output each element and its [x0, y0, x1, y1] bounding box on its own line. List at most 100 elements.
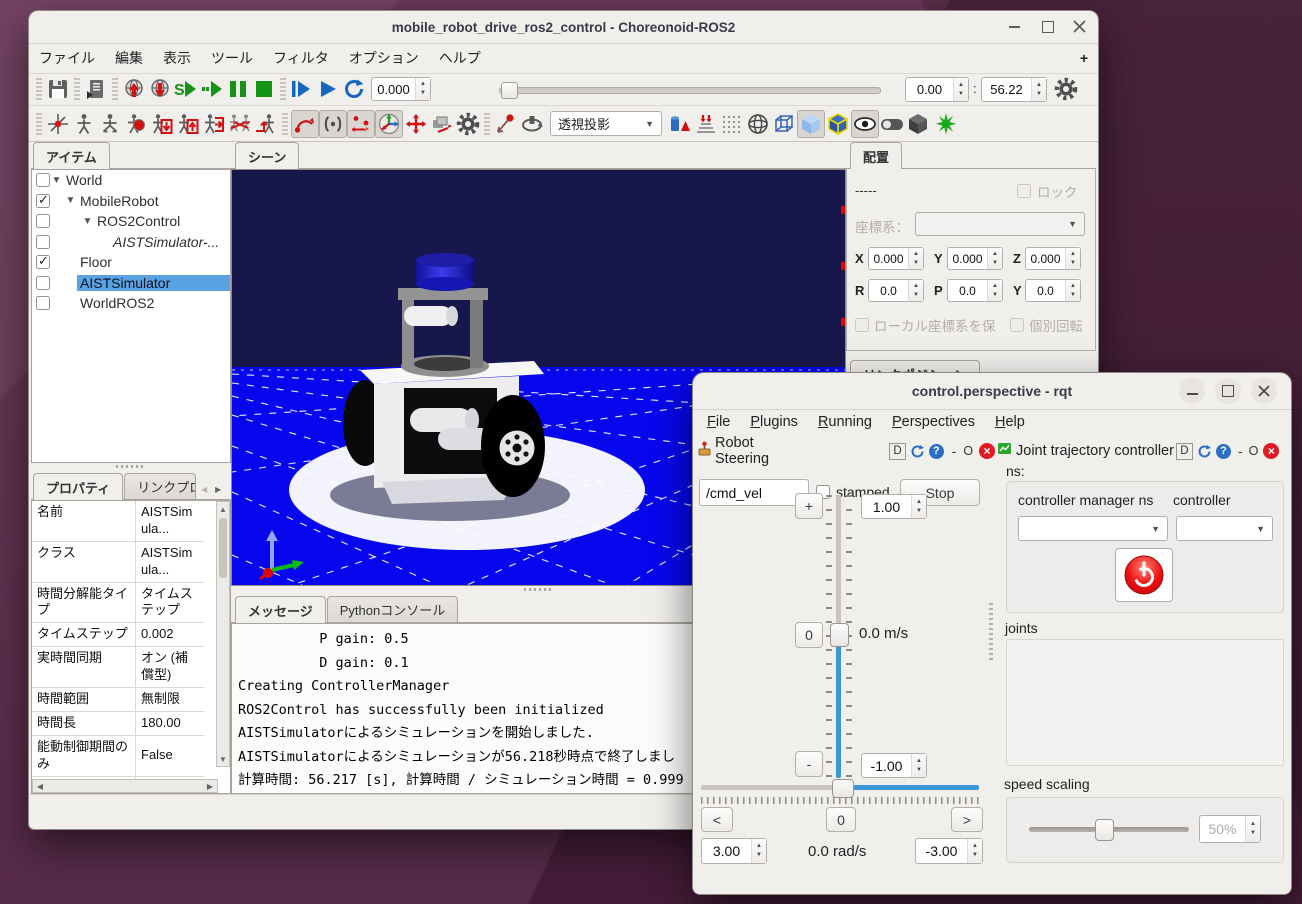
settings-gear-icon[interactable]	[455, 111, 481, 137]
item-checkbox[interactable]	[36, 235, 50, 249]
time-settings-gear-icon[interactable]	[1053, 76, 1079, 102]
toolbar-handle[interactable]	[36, 113, 42, 135]
flash-icon[interactable]	[933, 111, 959, 137]
move-origin-icon[interactable]	[45, 111, 71, 137]
maximize-icon[interactable]	[1215, 378, 1241, 404]
item-checkbox[interactable]	[36, 276, 50, 290]
linear-max-spinbox[interactable]: 1.00▲▼	[861, 494, 927, 519]
wireframe-cube-icon[interactable]	[771, 111, 797, 137]
pose-swap-icon[interactable]	[227, 111, 253, 137]
menu-help[interactable]: Help	[985, 414, 1035, 430]
kinematics-fk-icon[interactable]	[319, 110, 347, 138]
menu-tools[interactable]: ツール	[201, 48, 263, 68]
menu-running[interactable]: Running	[808, 414, 882, 430]
scene-edit-icon[interactable]	[429, 111, 455, 137]
x-spinbox[interactable]: 0.000▲▼	[868, 247, 924, 270]
reload-item-icon[interactable]	[83, 76, 109, 102]
close-icon[interactable]	[1251, 378, 1277, 404]
robot-steering-dock-titlebar[interactable]: Robot Steering D ? - O ×	[695, 439, 995, 463]
simulation-resume-icon[interactable]	[199, 76, 225, 102]
tab-scroll-left-icon[interactable]: ◀	[197, 479, 211, 499]
linear-minus-button[interactable]: -	[795, 751, 823, 777]
tab-python-console[interactable]: Pythonコンソール	[327, 596, 458, 622]
toolbar-handle[interactable]	[74, 78, 80, 100]
minimize-icon[interactable]	[1179, 378, 1205, 404]
property-value[interactable]: タイムステップ	[136, 583, 204, 624]
robot-initial-pose-icon[interactable]	[97, 111, 123, 137]
expander-icon[interactable]: ▼	[50, 175, 63, 186]
spinner-arrows[interactable]: ▲▼	[415, 78, 430, 100]
menu-edit[interactable]: 編集	[105, 48, 153, 68]
angular-slider-handle[interactable]	[832, 779, 854, 798]
dock-reload-icon[interactable]	[908, 442, 927, 460]
time-spinbox[interactable]: 0.000 ▲▼	[371, 77, 431, 101]
tab-items[interactable]: アイテム	[33, 142, 110, 169]
toolbar-handle[interactable]	[36, 78, 42, 100]
menu-filter[interactable]: フィルタ	[263, 48, 339, 68]
highlight-toggle-icon[interactable]	[879, 111, 905, 137]
tree-item-floor[interactable]: Floor	[32, 252, 230, 273]
robot-standard-pose-icon[interactable]	[71, 111, 97, 137]
angular-min-spinbox[interactable]: -3.00▲▼	[915, 838, 983, 864]
z-spinbox[interactable]: 0.000▲▼	[1025, 247, 1081, 270]
expander-icon[interactable]: ▼	[64, 195, 77, 206]
angular-left-button[interactable]: <	[701, 807, 733, 832]
simulation-stop-icon[interactable]	[251, 76, 277, 102]
pose-right-icon[interactable]	[201, 111, 227, 137]
toolbar-handle[interactable]	[112, 78, 118, 100]
linear-plus-button[interactable]: +	[795, 493, 823, 519]
yaw-spinbox[interactable]: 0.0▲▼	[1025, 279, 1081, 302]
axis-ball-icon[interactable]	[375, 110, 403, 138]
linear-zero-button[interactable]: 0	[795, 622, 823, 648]
maximize-icon[interactable]	[1042, 21, 1054, 33]
menu-options[interactable]: オプション	[339, 48, 429, 68]
roll-spinbox[interactable]: 0.0▲▼	[868, 279, 924, 302]
menu-file[interactable]: File	[697, 414, 740, 430]
close-icon[interactable]	[1073, 20, 1086, 33]
dock-d-button[interactable]: D	[889, 443, 906, 460]
tab-property[interactable]: プロパティ	[33, 473, 123, 500]
tab-placement[interactable]: 配置	[850, 142, 902, 169]
playback-resume-icon[interactable]	[289, 76, 315, 102]
rqt-titlebar[interactable]: control.perspective - rqt	[693, 373, 1291, 410]
tab-scene[interactable]: シーン	[235, 142, 299, 169]
pitch-spinbox[interactable]: 0.0▲▼	[947, 279, 1003, 302]
collision-model-icon[interactable]	[825, 111, 851, 137]
linear-slider-handle[interactable]	[830, 623, 849, 647]
visual-model-icon[interactable]	[797, 110, 825, 138]
dock-restore-button[interactable]: O	[1249, 444, 1259, 458]
dock-reload-icon[interactable]	[1195, 442, 1214, 460]
item-checkbox[interactable]	[36, 296, 50, 310]
shadow-cube-icon[interactable]	[905, 111, 931, 137]
view-rotation-icon[interactable]	[519, 111, 545, 137]
scroll-up-icon[interactable]: ▲	[217, 502, 229, 516]
item-checkbox[interactable]	[36, 255, 50, 269]
com-projection-up-icon[interactable]	[175, 111, 201, 137]
end-time-spinbox[interactable]: 56.22 ▲▼	[981, 77, 1047, 102]
spinner-arrows[interactable]: ▲▼	[1031, 78, 1046, 101]
tree-item-mobilerobot[interactable]: ▼ MobileRobot	[32, 191, 230, 212]
com-projection-down-icon[interactable]	[149, 111, 175, 137]
enable-controller-button[interactable]	[1115, 548, 1173, 602]
linear-min-spinbox[interactable]: -1.00▲▼	[861, 753, 927, 778]
scrollbar-vertical[interactable]: ▲ ▼	[216, 501, 230, 767]
property-value[interactable]: 無制限	[136, 688, 204, 712]
choreonoid-titlebar[interactable]: mobile_robot_drive_ros2_control - Choreo…	[29, 11, 1098, 44]
controller-manager-ns-combo[interactable]: ▼	[1018, 516, 1168, 541]
scrollbar-horizontal[interactable]: ◀ ▶	[32, 779, 218, 793]
kinematics-auto-mode-icon[interactable]	[291, 110, 319, 138]
collision-visual-icon[interactable]	[667, 111, 693, 137]
menu-file[interactable]: ファイル	[29, 48, 105, 68]
time-slider[interactable]	[499, 85, 879, 93]
dock-restore-button[interactable]: O	[963, 444, 973, 458]
pose-corner-icon[interactable]	[253, 111, 279, 137]
dock-minimize-button[interactable]: -	[952, 443, 957, 459]
scroll-left-icon[interactable]: ◀	[33, 782, 47, 791]
collision-detection-icon[interactable]	[693, 111, 719, 137]
property-value[interactable]: 180.00	[136, 712, 204, 736]
joints-list[interactable]	[1006, 639, 1284, 766]
scroll-down-icon[interactable]: ▼	[217, 752, 229, 766]
item-tree-view[interactable]: ▼ World ▼ MobileRobot ▼ ROS2Control AIST…	[31, 169, 231, 463]
current-time-spinbox[interactable]: 0.00 ▲▼	[905, 77, 969, 102]
wireframe-sphere-icon[interactable]	[745, 111, 771, 137]
